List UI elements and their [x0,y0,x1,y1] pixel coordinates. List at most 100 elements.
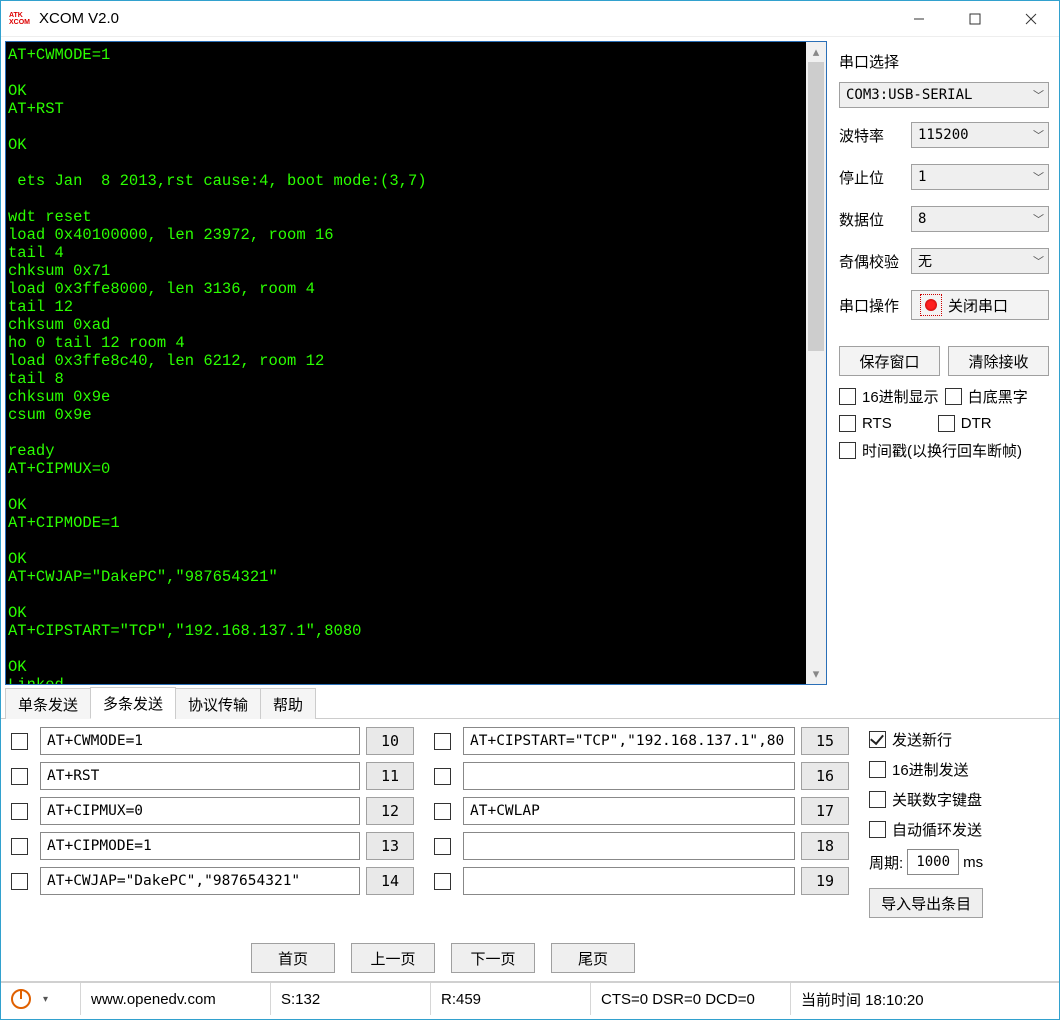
dropdown-icon[interactable]: ▾ [43,994,48,1005]
multi-send-col-right: 15 16 17 18 19 [434,727,849,935]
dtr-checkbox[interactable] [938,415,955,432]
baud-select[interactable]: 115200﹀ [911,122,1049,148]
ms-send-button[interactable]: 13 [366,832,414,860]
terminal-output[interactable]: AT+CWMODE=1 OK AT+RST OK ets Jan 8 2013,… [6,42,806,684]
scrollbar-thumb[interactable] [808,62,824,351]
hex-display-checkbox[interactable] [839,388,856,405]
nav-first-button[interactable]: 首页 [251,943,335,973]
app-logo: ATK XCOM [9,7,33,31]
tab-single-send[interactable]: 单条发送 [5,688,91,719]
ms-input[interactable] [463,867,795,895]
import-export-button[interactable]: 导入导出条目 [869,888,983,918]
port-select-value: COM3:USB-SERIAL [846,87,972,103]
period-label: 周期: [869,852,903,873]
titlebar: ATK XCOM XCOM V2.0 [1,1,1059,37]
close-button[interactable] [1003,1,1059,37]
multi-send-row: 18 [434,832,849,860]
status-signals: CTS=0 DSR=0 DCD=0 [591,983,791,1015]
nav-last-button[interactable]: 尾页 [551,943,635,973]
multi-send-panel: 10 11 12 13 14 15 [1,719,1059,941]
ms-input[interactable] [463,797,795,825]
ms-checkbox[interactable] [434,803,451,820]
ms-input[interactable] [463,832,795,860]
chevron-down-icon: ﹀ [1033,87,1044,103]
window-title: XCOM V2.0 [39,10,119,27]
nav-next-button[interactable]: 下一页 [451,943,535,973]
ms-send-button[interactable]: 11 [366,762,414,790]
ms-checkbox[interactable] [11,873,28,890]
terminal-scrollbar[interactable]: ▴ ▾ [806,42,826,684]
ms-input[interactable] [40,832,360,860]
record-icon [920,294,942,316]
stopbits-label: 停止位 [839,167,911,188]
ms-checkbox[interactable] [434,873,451,890]
parity-label: 奇偶校验 [839,251,911,272]
parity-select[interactable]: 无﹀ [911,248,1049,274]
ms-input[interactable] [40,867,360,895]
multi-send-row: 12 [11,797,414,825]
period-input[interactable] [907,849,959,875]
stopbits-select[interactable]: 1﹀ [911,164,1049,190]
ms-send-button[interactable]: 12 [366,797,414,825]
ms-checkbox[interactable] [434,768,451,785]
ms-checkbox[interactable] [11,838,28,855]
multi-send-row: 14 [11,867,414,895]
clear-recv-button[interactable]: 清除接收 [948,346,1049,376]
ms-send-button[interactable]: 15 [801,727,849,755]
multi-send-row: 15 [434,727,849,755]
ms-checkbox[interactable] [434,733,451,750]
white-bg-checkbox[interactable] [945,388,962,405]
ms-input[interactable] [40,797,360,825]
ms-input[interactable] [40,727,360,755]
multi-send-options: 发送新行 16进制发送 关联数字键盘 自动循环发送 周期: ms 导入导出条目 [869,727,983,935]
multi-send-row: 17 [434,797,849,825]
nav-prev-button[interactable]: 上一页 [351,943,435,973]
maximize-button[interactable] [947,1,1003,37]
status-time: 当前时间 18:10:20 [791,983,1059,1015]
tab-help[interactable]: 帮助 [260,688,316,719]
timestamp-checkbox[interactable] [839,442,856,459]
ms-input[interactable] [463,762,795,790]
status-recv-count: R:459 [431,983,591,1015]
power-icon[interactable] [11,989,31,1009]
ms-send-button[interactable]: 16 [801,762,849,790]
port-select-label: 串口选择 [839,51,1049,72]
ms-checkbox[interactable] [434,838,451,855]
databits-select[interactable]: 8﹀ [911,206,1049,232]
status-send-count: S:132 [271,983,431,1015]
ms-checkbox[interactable] [11,733,28,750]
ms-send-button[interactable]: 10 [366,727,414,755]
ms-send-button[interactable]: 17 [801,797,849,825]
ms-send-button[interactable]: 14 [366,867,414,895]
ms-input[interactable] [463,727,795,755]
serial-settings-panel: 串口选择 COM3:USB-SERIAL﹀ 波特率 115200﹀ 停止位 1﹀… [827,41,1055,685]
chevron-down-icon: ﹀ [1033,169,1044,185]
ms-send-button[interactable]: 18 [801,832,849,860]
multi-send-row: 13 [11,832,414,860]
statusbar: ▾ www.openedv.com S:132 R:459 CTS=0 DSR=… [1,981,1059,1015]
scroll-down-icon[interactable]: ▾ [806,664,826,684]
multi-send-row: 19 [434,867,849,895]
hex-send-checkbox[interactable] [869,761,886,778]
ms-send-button[interactable]: 19 [801,867,849,895]
send-newline-checkbox[interactable] [869,731,886,748]
databits-label: 数据位 [839,209,911,230]
close-port-button[interactable]: 关闭串口 [911,290,1049,320]
autoloop-checkbox[interactable] [869,821,886,838]
scroll-up-icon[interactable]: ▴ [806,42,826,62]
send-tabs: 单条发送 多条发送 协议传输 帮助 [1,689,1059,719]
status-url[interactable]: www.openedv.com [81,983,271,1015]
tab-multi-send[interactable]: 多条发送 [90,687,176,719]
ms-checkbox[interactable] [11,803,28,820]
multi-send-row: 16 [434,762,849,790]
save-window-button[interactable]: 保存窗口 [839,346,940,376]
multi-send-row: 10 [11,727,414,755]
ms-input[interactable] [40,762,360,790]
numpad-checkbox[interactable] [869,791,886,808]
ms-checkbox[interactable] [11,768,28,785]
tab-protocol[interactable]: 协议传输 [175,688,261,719]
rts-checkbox[interactable] [839,415,856,432]
terminal-panel: AT+CWMODE=1 OK AT+RST OK ets Jan 8 2013,… [5,41,827,685]
port-select[interactable]: COM3:USB-SERIAL ﹀ [839,82,1049,108]
minimize-button[interactable] [891,1,947,37]
